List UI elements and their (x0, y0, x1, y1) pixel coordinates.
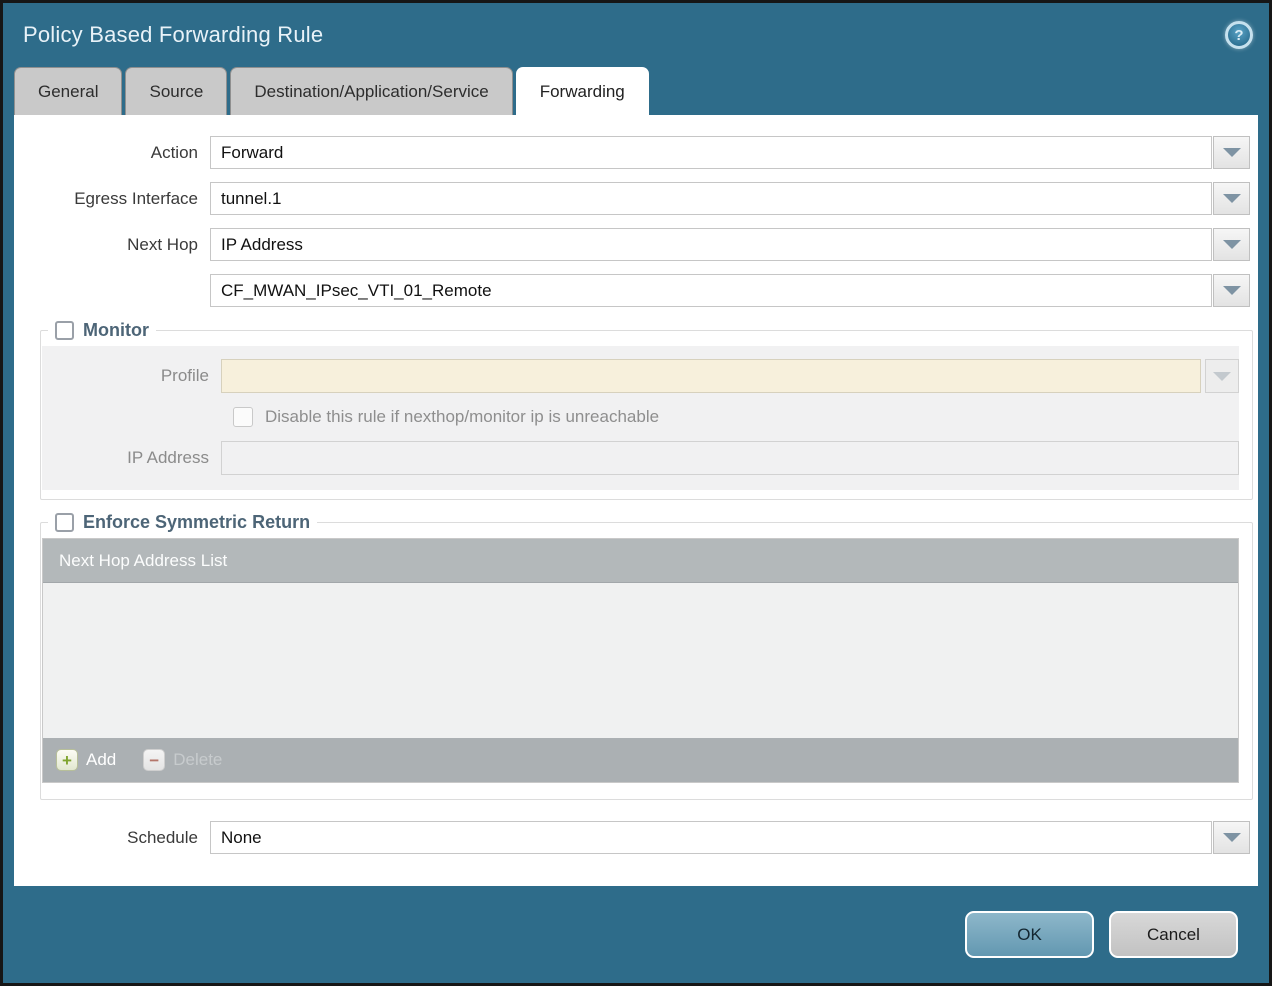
next-hop-address-table: Next Hop Address List + Add − Delete (42, 538, 1239, 783)
next-hop-address-row (14, 274, 1250, 307)
schedule-label: Schedule (14, 828, 210, 848)
next-hop-address-list-body[interactable] (43, 583, 1238, 738)
title-bar: Policy Based Forwarding Rule ? (3, 3, 1269, 67)
ok-button[interactable]: OK (965, 911, 1094, 958)
symmetric-return-section: Enforce Symmetric Return Next Hop Addres… (40, 512, 1253, 800)
profile-dropdown-button (1205, 359, 1239, 393)
profile-label: Profile (42, 366, 221, 386)
egress-interface-row: Egress Interface (14, 182, 1250, 215)
forwarding-tab-panel: Action Egress Interface Next Hop (14, 115, 1258, 886)
action-label: Action (14, 143, 210, 163)
monitor-panel: Profile Disable this rule if nexthop/mon… (42, 346, 1239, 490)
plus-icon: + (56, 749, 78, 771)
egress-interface-dropdown-button[interactable] (1213, 182, 1250, 215)
cancel-button[interactable]: Cancel (1109, 911, 1238, 958)
profile-row: Profile (42, 359, 1239, 393)
next-hop-label: Next Hop (14, 235, 210, 255)
tab-bar: General Source Destination/Application/S… (3, 67, 1269, 115)
help-icon[interactable]: ? (1225, 21, 1253, 49)
chevron-down-icon (1223, 194, 1241, 203)
chevron-down-icon (1213, 372, 1231, 381)
schedule-dropdown-button[interactable] (1213, 821, 1250, 854)
action-input[interactable] (210, 136, 1212, 169)
enforce-symmetric-return-checkbox[interactable] (55, 513, 74, 532)
disable-rule-label: Disable this rule if nexthop/monitor ip … (265, 407, 659, 427)
add-button[interactable]: + Add (56, 749, 116, 771)
action-dropdown-button[interactable] (1213, 136, 1250, 169)
profile-input (221, 359, 1201, 393)
next-hop-address-dropdown-button[interactable] (1213, 274, 1250, 307)
monitor-ip-address-input (221, 441, 1239, 475)
monitor-section: Monitor Profile Disable this rule if nex… (40, 320, 1253, 500)
minus-icon: − (143, 749, 165, 771)
chevron-down-icon (1223, 286, 1241, 295)
chevron-down-icon (1223, 240, 1241, 249)
table-footer: + Add − Delete (43, 738, 1238, 782)
monitor-legend: Monitor (48, 320, 156, 341)
add-button-label: Add (86, 750, 116, 770)
schedule-input[interactable] (210, 821, 1212, 854)
disable-rule-row: Disable this rule if nexthop/monitor ip … (42, 407, 1239, 427)
next-hop-type-input[interactable] (210, 228, 1212, 261)
pbf-rule-dialog: Policy Based Forwarding Rule ? General S… (0, 0, 1272, 986)
symmetric-return-legend: Enforce Symmetric Return (48, 512, 317, 533)
tab-forwarding[interactable]: Forwarding (516, 67, 649, 115)
egress-interface-input[interactable] (210, 182, 1212, 215)
delete-button: − Delete (143, 749, 222, 771)
next-hop-address-input[interactable] (210, 274, 1212, 307)
egress-interface-label: Egress Interface (14, 189, 210, 209)
tab-destination-application-service[interactable]: Destination/Application/Service (230, 67, 512, 115)
dialog-title: Policy Based Forwarding Rule (23, 22, 323, 48)
monitor-checkbox[interactable] (55, 321, 74, 340)
dialog-footer: OK Cancel (3, 886, 1269, 983)
next-hop-dropdown-button[interactable] (1213, 228, 1250, 261)
disable-rule-checkbox (233, 407, 253, 427)
monitor-legend-label: Monitor (83, 320, 149, 341)
tab-source[interactable]: Source (125, 67, 227, 115)
action-row: Action (14, 136, 1250, 169)
symmetric-return-legend-label: Enforce Symmetric Return (83, 512, 310, 533)
monitor-ip-address-row: IP Address (42, 441, 1239, 475)
next-hop-row: Next Hop (14, 228, 1250, 261)
schedule-row: Schedule (14, 821, 1250, 854)
monitor-ip-address-label: IP Address (42, 448, 221, 468)
next-hop-address-list-header: Next Hop Address List (43, 539, 1238, 583)
chevron-down-icon (1223, 148, 1241, 157)
delete-button-label: Delete (173, 750, 222, 770)
tab-general[interactable]: General (14, 67, 122, 115)
chevron-down-icon (1223, 833, 1241, 842)
